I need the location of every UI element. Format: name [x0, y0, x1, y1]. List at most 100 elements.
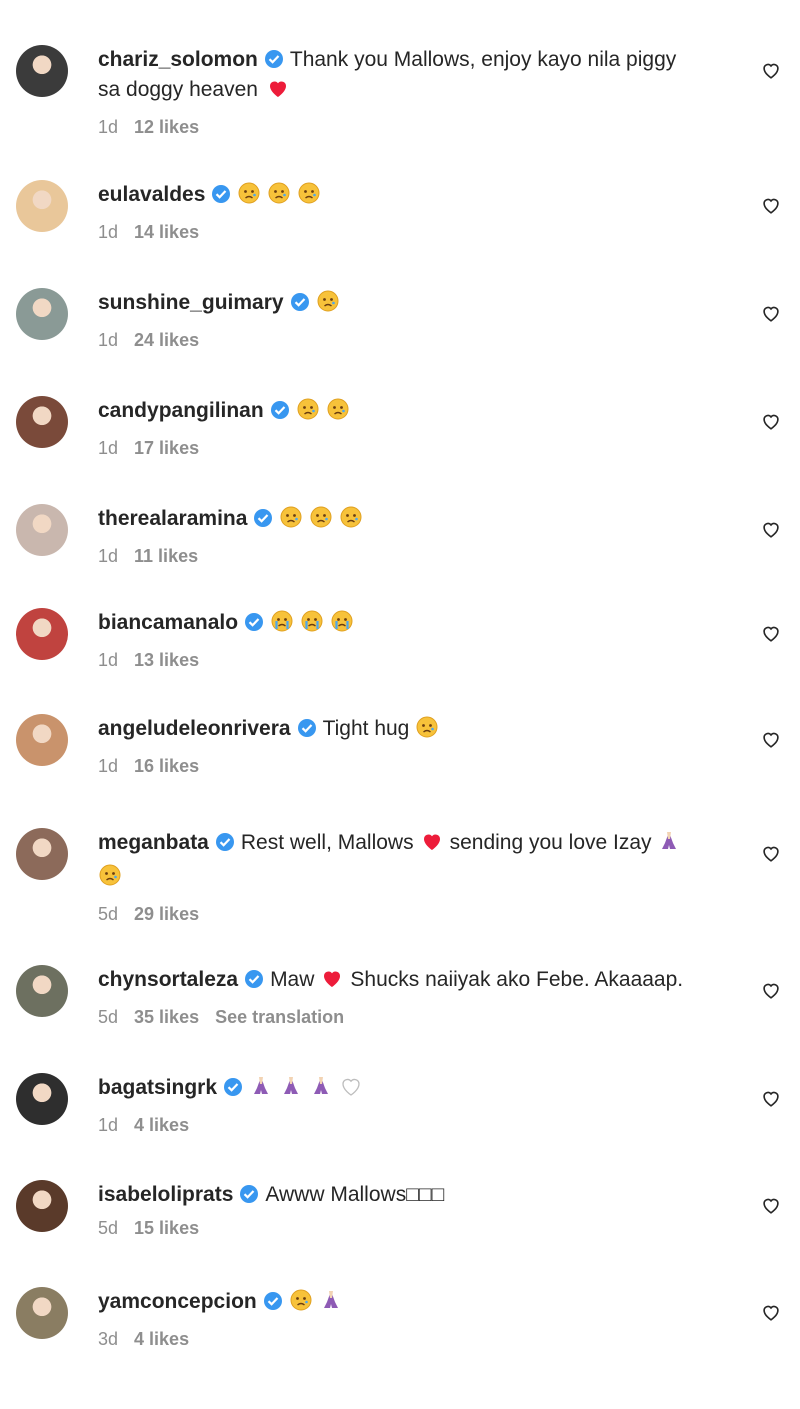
username[interactable]: bagatsingrk — [98, 1076, 217, 1099]
comment-text: Tight hug — [322, 717, 410, 740]
timestamp: 1d — [98, 1115, 119, 1135]
praying-emoji — [249, 1074, 273, 1107]
comment-text-continued: Shucks naiiyak ako Febe. Akaaaap. — [350, 968, 684, 991]
praying-emoji — [279, 1074, 303, 1107]
comment-meta: 1d 12 likes — [98, 117, 738, 138]
verified-badge-icon — [212, 185, 231, 203]
username[interactable]: sunshine_guimary — [98, 291, 284, 314]
timestamp: 5d — [98, 904, 119, 924]
like-heart-icon[interactable] — [760, 622, 782, 644]
likes-count[interactable]: 12 likes — [134, 117, 199, 137]
avatar[interactable] — [16, 504, 68, 556]
timestamp: 1d — [98, 756, 119, 776]
avatar[interactable] — [16, 1073, 68, 1125]
like-heart-icon[interactable] — [760, 728, 782, 750]
likes-count[interactable]: 11 likes — [134, 546, 198, 566]
comment-text: Thank you Mallows, enjoy kayo nila piggy — [289, 48, 677, 71]
sad-emoji — [237, 181, 261, 214]
avatar[interactable] — [16, 1287, 68, 1339]
avatar[interactable] — [16, 828, 68, 880]
likes-count[interactable]: 4 likes — [134, 1329, 189, 1349]
like-heart-icon[interactable] — [760, 518, 782, 540]
comment-meta: 1d 16 likes — [98, 756, 738, 777]
avatar[interactable] — [16, 288, 68, 340]
username[interactable]: isabeloliprats — [98, 1183, 233, 1206]
like-heart-icon[interactable] — [760, 410, 782, 432]
comment-text-continued: sending you love Izay — [449, 831, 652, 854]
like-heart-icon[interactable] — [760, 979, 782, 1001]
avatar[interactable] — [16, 180, 68, 232]
praying-emoji — [657, 829, 681, 862]
avatar[interactable] — [16, 608, 68, 660]
likes-count[interactable]: 13 likes — [134, 650, 199, 670]
verified-badge-icon — [263, 1292, 282, 1310]
like-heart-icon[interactable] — [760, 1301, 782, 1323]
red-heart-emoji — [266, 76, 290, 109]
username[interactable]: angeludeleonrivera — [98, 717, 291, 740]
username[interactable]: meganbata — [98, 831, 209, 854]
likes-count[interactable]: 35 likes — [134, 1007, 199, 1027]
verified-badge-icon — [297, 719, 316, 737]
like-heart-icon[interactable] — [760, 1194, 782, 1216]
crying-emoji — [330, 609, 354, 642]
sad-emoji — [415, 715, 439, 748]
like-heart-icon[interactable] — [760, 194, 782, 216]
timestamp: 1d — [98, 438, 119, 458]
comment-meta: 5d 35 likes See translation — [98, 1007, 738, 1028]
likes-count[interactable]: 16 likes — [134, 756, 199, 776]
praying-emoji — [319, 1288, 343, 1321]
crying-emoji — [270, 609, 294, 642]
sad-emoji — [279, 505, 303, 538]
timestamp: 5d — [98, 1007, 119, 1027]
comment-meta: 3d 4 likes — [98, 1329, 738, 1350]
timestamp: 1d — [98, 330, 119, 350]
avatar[interactable] — [16, 965, 68, 1017]
username[interactable]: eulavaldes — [98, 183, 205, 206]
avatar[interactable] — [16, 45, 68, 97]
timestamp: 5d — [98, 1218, 119, 1238]
comment-meta: 1d 13 likes — [98, 650, 738, 671]
verified-badge-icon — [264, 50, 283, 68]
avatar[interactable] — [16, 396, 68, 448]
verified-badge-icon — [270, 401, 289, 419]
praying-emoji — [309, 1074, 333, 1107]
verified-badge-icon — [245, 613, 264, 631]
comment-meta: 5d 29 likes — [98, 904, 738, 925]
like-heart-icon[interactable] — [760, 59, 782, 81]
username[interactable]: candypangilinan — [98, 399, 264, 422]
avatar[interactable] — [16, 714, 68, 766]
comment-text: Awww Mallows□□□ — [265, 1183, 445, 1206]
sad-emoji — [316, 289, 340, 322]
likes-count[interactable]: 24 likes — [134, 330, 199, 350]
sad-emoji — [326, 397, 350, 430]
likes-count[interactable]: 15 likes — [134, 1218, 199, 1238]
like-heart-icon[interactable] — [760, 302, 782, 324]
like-heart-icon[interactable] — [760, 842, 782, 864]
sad-emoji — [309, 505, 333, 538]
username[interactable]: chariz_solomon — [98, 48, 258, 71]
avatar[interactable] — [16, 1180, 68, 1232]
likes-count[interactable]: 14 likes — [134, 222, 199, 242]
red-heart-emoji — [420, 829, 444, 862]
comment-meta: 1d 11 likes — [98, 546, 738, 567]
red-heart-emoji — [320, 966, 344, 999]
verified-badge-icon — [215, 833, 234, 851]
username[interactable]: therealaramina — [98, 507, 247, 530]
likes-count[interactable]: 4 likes — [134, 1115, 189, 1135]
likes-count[interactable]: 17 likes — [134, 438, 199, 458]
comment-meta: 1d 4 likes — [98, 1115, 738, 1136]
username[interactable]: yamconcepcion — [98, 1290, 257, 1313]
comment-text: Maw — [270, 968, 315, 991]
see-translation-link[interactable]: See translation — [215, 1007, 344, 1027]
likes-count[interactable]: 29 likes — [134, 904, 199, 924]
username[interactable]: biancamanalo — [98, 611, 238, 634]
like-heart-icon[interactable] — [760, 1087, 782, 1109]
sad-emoji — [297, 181, 321, 214]
crying-emoji — [300, 609, 324, 642]
verified-badge-icon — [254, 509, 273, 527]
username[interactable]: chynsortaleza — [98, 968, 238, 991]
timestamp: 1d — [98, 546, 119, 566]
verified-badge-icon — [245, 970, 264, 988]
comment-meta: 1d 24 likes — [98, 330, 738, 351]
comment-text: Rest well, Mallows — [240, 831, 414, 854]
